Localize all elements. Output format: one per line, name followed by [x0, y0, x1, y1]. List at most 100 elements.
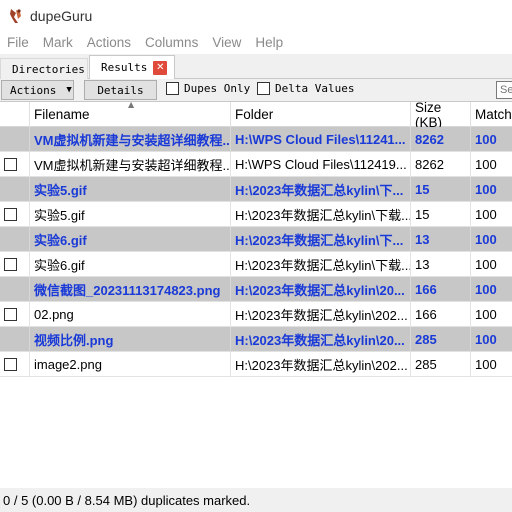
row-mark-cell	[0, 127, 30, 152]
tab-results[interactable]: Results ✕	[89, 55, 175, 79]
row-mark-checkbox[interactable]	[4, 258, 17, 271]
column-header-folder-label: Folder	[235, 107, 274, 122]
dupeguru-app-icon	[10, 8, 21, 23]
title-bar: dupeGuru	[0, 0, 512, 31]
cell-size: 166	[411, 277, 471, 302]
cell-match: 100	[471, 227, 512, 252]
table-row-reference[interactable]: 实验5.gif H:\2023年数据汇总kylin\下... 15 100	[0, 177, 512, 202]
menu-actions[interactable]: Actions	[80, 35, 138, 50]
menu-view[interactable]: View	[205, 35, 248, 50]
menu-file[interactable]: File	[0, 35, 36, 50]
cell-match: 100	[475, 257, 497, 272]
cell-size: 285	[411, 327, 471, 352]
tab-results-label: Results	[101, 61, 148, 74]
cell-folder: H:\WPS Cloud Files\11241...	[231, 127, 411, 152]
cell-size: 8262	[411, 152, 471, 177]
table-row-duplicate[interactable]: VM虚拟机新建与安装超详细教程.... H:\WPS Cloud Files\11…	[0, 152, 512, 177]
cell-match: 100	[471, 127, 512, 152]
cell-folder: H:\2023年数据汇总kylin\下载...	[231, 252, 411, 277]
delta-values-checkbox-box[interactable]	[257, 82, 270, 95]
cell-size: 285	[411, 352, 471, 377]
tab-bar: Directories Results ✕	[0, 54, 512, 79]
search-input[interactable]: Se	[496, 81, 512, 99]
cell-size: 15	[411, 202, 471, 227]
cell-filename: VM虚拟机新建与安装超详细教程....	[30, 152, 231, 177]
column-header-match-label: Match	[475, 107, 512, 122]
row-mark-cell[interactable]	[0, 202, 30, 227]
window-title: dupeGuru	[30, 7, 93, 24]
table-row-duplicate[interactable]: 实验6.gif H:\2023年数据汇总kylin\下载... 13 100	[0, 252, 512, 277]
table-row-reference[interactable]: 视频比例.png H:\2023年数据汇总kylin\20... 285 100	[0, 327, 512, 352]
column-header-folder[interactable]: Folder	[231, 102, 411, 127]
cell-filename: 实验5.gif	[30, 177, 231, 202]
cell-folder: H:\2023年数据汇总kylin\下...	[231, 227, 411, 252]
dropdown-arrow-icon: ▼	[66, 85, 72, 95]
row-mark-cell[interactable]	[0, 302, 30, 327]
details-button[interactable]: Details	[84, 80, 157, 100]
sort-ascending-icon: ▲	[128, 101, 135, 109]
cell-match: 100	[475, 207, 497, 222]
table-row-reference[interactable]: VM虚拟机新建与安装超详细教程.... H:\WPS Cloud Files\11…	[0, 127, 512, 152]
cell-filename: image2.png	[30, 352, 231, 377]
cell-size: 8262	[411, 127, 471, 152]
cell-folder: H:\2023年数据汇总kylin\20...	[231, 327, 411, 352]
row-mark-checkbox[interactable]	[4, 308, 17, 321]
status-bar: 0 / 5 (0.00 B / 8.54 MB) duplicates mark…	[0, 488, 512, 512]
dupes-only-checkbox-box[interactable]	[166, 82, 179, 95]
menu-columns[interactable]: Columns	[138, 35, 205, 50]
cell-match: 100	[475, 357, 497, 372]
cell-filename: 视频比例.png	[30, 327, 231, 352]
table-row-reference[interactable]: 实验6.gif H:\2023年数据汇总kylin\下... 13 100	[0, 227, 512, 252]
cell-size: 166	[411, 302, 471, 327]
row-mark-cell	[0, 227, 30, 252]
row-mark-cell	[0, 327, 30, 352]
row-mark-checkbox[interactable]	[4, 358, 17, 371]
row-mark-cell[interactable]	[0, 252, 30, 277]
table-row-reference[interactable]: 微信截图_20231113174823.png H:\2023年数据汇总kylin…	[0, 277, 512, 302]
column-header-filename-label: Filename	[34, 107, 90, 122]
delta-values-checkbox[interactable]: Delta Values	[257, 82, 354, 95]
column-header-size[interactable]: Size (KB)	[411, 101, 471, 130]
close-icon[interactable]: ✕	[153, 60, 168, 75]
details-button-label: Details	[97, 83, 144, 97]
table-row-duplicate[interactable]: image2.png H:\2023年数据汇总kylin\202... 285 100	[0, 352, 512, 377]
cell-size: 15	[411, 177, 471, 202]
cell-filename: 微信截图_20231113174823.png	[30, 277, 231, 302]
cell-folder: H:\2023年数据汇总kylin\202...	[231, 352, 411, 377]
table-header: Filename ▲ Folder Size (KB) Match	[0, 101, 512, 130]
actions-button-label: Actions	[10, 83, 57, 97]
cell-match: 100	[475, 307, 497, 322]
cell-filename: VM虚拟机新建与安装超详细教程....	[30, 127, 231, 152]
dupes-only-label: Dupes Only	[184, 82, 251, 95]
cell-match: 100	[471, 327, 512, 352]
tab-directories[interactable]: Directories	[0, 58, 88, 79]
cell-folder: H:\2023年数据汇总kylin\下...	[231, 177, 411, 202]
row-mark-checkbox[interactable]	[4, 208, 17, 221]
cell-size: 13	[411, 252, 471, 277]
status-text: 0 / 5 (0.00 B / 8.54 MB) duplicates mark…	[3, 492, 251, 508]
column-header-mark[interactable]	[0, 102, 30, 127]
cell-filename: 实验6.gif	[30, 252, 231, 277]
cell-filename: 02.png	[30, 302, 231, 327]
row-mark-cell	[0, 277, 30, 302]
row-mark-cell[interactable]	[0, 152, 30, 177]
column-header-size-label: Size (KB)	[415, 101, 442, 130]
table-row-duplicate[interactable]: 02.png H:\2023年数据汇总kylin\202... 166 100	[0, 302, 512, 327]
row-mark-cell[interactable]	[0, 352, 30, 377]
cell-match: 100	[471, 277, 512, 302]
delta-values-label: Delta Values	[275, 82, 355, 95]
results-table: Filename ▲ Folder Size (KB) Match VM虚拟机新…	[0, 101, 512, 488]
column-header-match[interactable]: Match	[471, 102, 512, 127]
cell-folder: H:\2023年数据汇总kylin\202...	[231, 302, 411, 327]
row-mark-checkbox[interactable]	[4, 158, 17, 171]
cell-folder: H:\WPS Cloud Files\112419...	[231, 152, 411, 177]
cell-match: 100	[471, 177, 512, 202]
results-toolbar: Actions ▼ Details Dupes Only Delta Value…	[0, 79, 512, 101]
menu-help[interactable]: Help	[248, 35, 290, 50]
table-row-duplicate[interactable]: 实验5.gif H:\2023年数据汇总kylin\下载... 15 100	[0, 202, 512, 227]
tab-directories-label: Directories	[12, 62, 85, 76]
cell-size: 13	[411, 227, 471, 252]
dupes-only-checkbox[interactable]: Dupes Only	[166, 82, 250, 95]
actions-dropdown-button[interactable]: Actions ▼	[1, 80, 74, 100]
menu-mark[interactable]: Mark	[36, 35, 80, 50]
